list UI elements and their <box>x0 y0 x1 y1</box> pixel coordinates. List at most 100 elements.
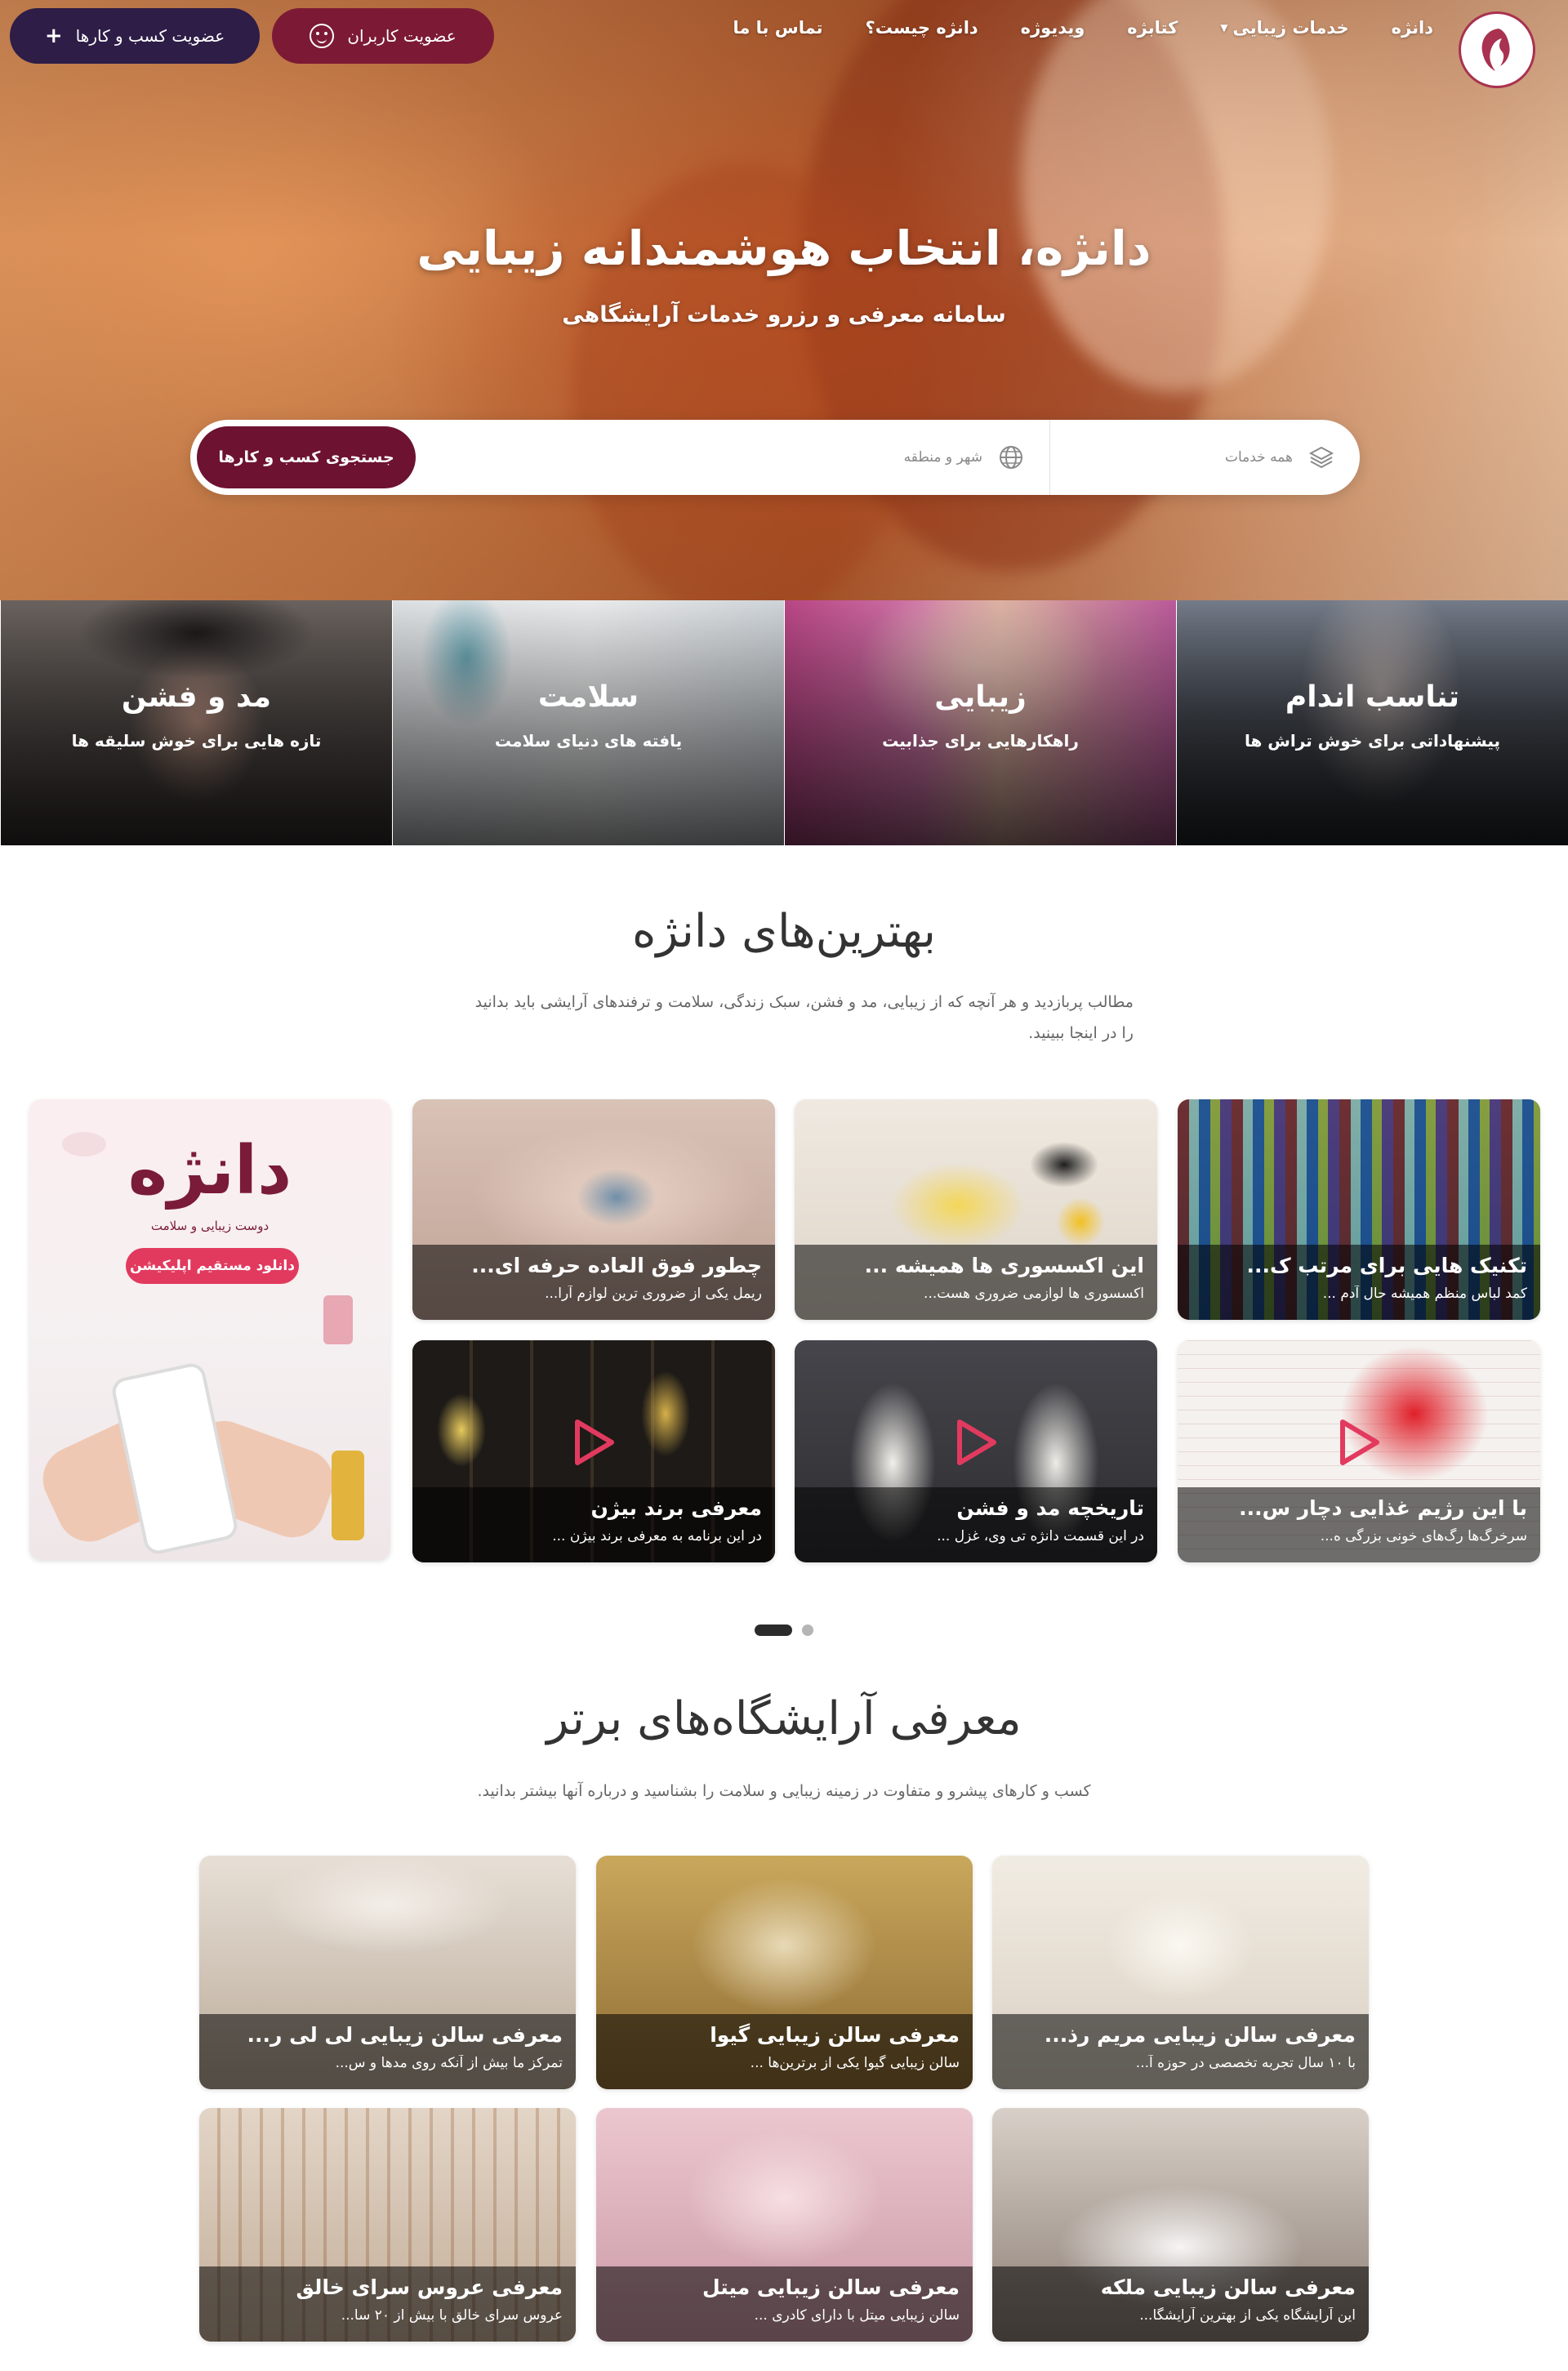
salons-section-title: معرفی آرایشگاه‌های برتر <box>546 1692 1022 1745</box>
phone-mockup <box>109 1361 240 1557</box>
salon-card-malakeh[interactable]: معرفی سالن زیبایی ملکه این آرایشگاه یکی … <box>992 2108 1369 2342</box>
card-subtitle: سرخرگ‌ها رگ‌های خونی بزرگی ه... <box>1320 1528 1527 1544</box>
salon-card-maryam[interactable]: معرفی سالن زیبایی مریم رذ... با ۱۰ سال ت… <box>992 1856 1369 2089</box>
nav-item-videos[interactable]: ویدیوژه <box>1021 18 1085 38</box>
hero-title: دانژه، انتخاب هوشمندانه زیبایی <box>416 221 1152 276</box>
play-icon <box>575 1419 614 1465</box>
category-title: سلامت <box>537 680 639 714</box>
salon-card-lily[interactable]: معرفی سالن زیبایی لی لی ر... تمرکز ما بی… <box>199 1856 576 2089</box>
card-subtitle: تمرکز ما بیش از آنکه روی مدها و س... <box>335 2055 563 2071</box>
card-title: تاریخچه مد و فشن <box>956 1496 1144 1520</box>
services-select[interactable]: همه خدمات <box>1049 420 1360 495</box>
brand-logo[interactable] <box>1459 11 1535 88</box>
card-title: معرفی عروس سرای خالق <box>296 2275 563 2299</box>
card-subtitle: کمد لباس منظم همیشه حال آدم ... <box>1322 1286 1527 1302</box>
salon-card-khalegh[interactable]: معرفی عروس سرای خالق عروس سرای خالق با ب… <box>199 2108 576 2342</box>
nav-item-contact[interactable]: تماس با ما <box>733 18 822 38</box>
user-signup-label: عضویت کاربران <box>347 26 457 46</box>
category-fashion[interactable]: مد و فشن تازه هایی برای خوش سلیقه ها <box>0 600 392 845</box>
category-subtitle: راهکارهایی برای جذابیت <box>882 731 1079 751</box>
nav-item-beauty-services[interactable]: خدمات زیبایی ▼ <box>1220 18 1348 38</box>
best-section-title: بهترین‌های دانژه <box>632 905 936 958</box>
video-card-bijan[interactable]: معرفی برند بیژن در این برنامه به معرفی ب… <box>412 1340 775 1562</box>
category-title: زیبایی <box>934 680 1027 714</box>
app-promo-card[interactable]: دانژه دوست زیبایی و سلامت دانلود مستقیم … <box>29 1099 390 1560</box>
card-subtitle: سالن زیبایی میتل با دارای کادری ... <box>754 2307 960 2324</box>
city-select-label: شهر و منطقه <box>903 449 982 466</box>
category-subtitle: یافته های دنیای سلامت <box>494 731 683 751</box>
woman-silhouette-logo-icon <box>1481 29 1510 71</box>
salon-card-giva[interactable]: معرفی سالن زیبایی گیوا سالن زیبایی گیوا … <box>596 1856 973 2089</box>
globe-icon <box>1000 446 1022 469</box>
category-subtitle: پیشنهاداتی برای خوش تراش ها <box>1244 731 1501 751</box>
smile-icon <box>310 24 335 48</box>
nav-item-books[interactable]: کتابژه <box>1127 18 1178 38</box>
user-signup-button[interactable]: عضویت کاربران <box>272 8 494 64</box>
card-title: معرفی سالن زیبایی لی لی ر... <box>247 2023 563 2047</box>
city-select[interactable]: شهر و منطقه <box>608 420 1049 495</box>
card-subtitle: با ۱۰ سال تجربه تخصصی در حوزه آ... <box>1135 2055 1356 2071</box>
layers-icon <box>1308 446 1334 469</box>
video-card-fashion-history[interactable]: تاریخچه مد و فشن در این قسمت دانژه تی وی… <box>795 1340 1157 1562</box>
nav-item-about[interactable]: دانژه چیست؟ <box>866 18 978 38</box>
category-overlay <box>1 600 392 845</box>
card-title: معرفی سالن زیبایی مریم رذ... <box>1044 2023 1356 2047</box>
category-health[interactable]: سلامت یافته های دنیای سلامت <box>392 600 784 845</box>
download-app-button[interactable]: دانلود مستقیم اپلیکیشن <box>126 1248 299 1284</box>
card-title: معرفی برند بیژن <box>590 1496 762 1520</box>
card-subtitle: در این برنامه به معرفی برند بیژن ... <box>552 1528 762 1544</box>
card-title: با این رژیم غذایی دچار س... <box>1239 1496 1527 1520</box>
play-icon <box>957 1419 996 1465</box>
article-card-mascara[interactable]: چطور فوق العاده حرفه ای... ریمل یکی از ض… <box>412 1099 775 1320</box>
hero-overlay <box>0 0 1568 600</box>
card-subtitle: ریمل یکی از ضروری ترین لوازم آرا... <box>545 1286 762 1302</box>
seashell <box>62 1132 106 1157</box>
card-title: معرفی سالن زیبایی گیوا <box>710 2023 960 2047</box>
carousel-pagination <box>0 1624 1568 1636</box>
chevron-down-icon: ▼ <box>1220 22 1228 33</box>
salon-card-mitel[interactable]: معرفی سالن زیبایی میتل سالن زیبایی میتل … <box>596 2108 973 2342</box>
category-title: مد و فشن <box>121 680 272 714</box>
top-navigation: دانژه خدمات زیبایی ▼ کتابژه ویدیوژه دانژه… <box>0 0 1568 88</box>
category-overlay <box>393 600 784 845</box>
category-title: تناسب اندام <box>1285 680 1460 714</box>
card-title: تکنیک هایی برای مرتب ک... <box>1246 1254 1527 1277</box>
hero-subtitle: سامانه معرفی و رزرو خدمات آرایشگاهی <box>562 302 1006 328</box>
play-icon <box>1340 1419 1379 1465</box>
card-subtitle: سالن زیبایی گیوا یکی از برترین‌ها ... <box>750 2055 960 2071</box>
search-button[interactable]: جستجوی کسب و کارها <box>197 426 416 488</box>
business-signup-button[interactable]: عضویت کسب و کارها + <box>10 8 260 64</box>
best-section-description: مطالب پربازدید و هر آنچه که از زیبایی، م… <box>434 987 1134 1049</box>
carousel-dot-1[interactable] <box>755 1624 792 1636</box>
best-description-line-2: را در اینجا ببینید. <box>1028 1024 1134 1042</box>
best-description-line-1: مطالب پربازدید و هر آنچه که از زیبایی، م… <box>474 993 1134 1011</box>
search-bar: همه خدمات شهر و منطقه جستجوی کسب و کارها <box>190 420 1360 495</box>
card-subtitle: این آرایشگاه یکی از بهترین آرایشگا... <box>1139 2307 1356 2324</box>
salons-section-description: کسب و کارهای پیشرو و متفاوت در زمینه زیب… <box>477 1782 1091 1800</box>
card-subtitle: اکسسوری ها لوازمی ضروری هست... <box>924 1286 1144 1302</box>
card-subtitle: در این قسمت دانژه تی وی، غزل ... <box>937 1528 1144 1544</box>
carousel-dot-2[interactable] <box>802 1624 813 1636</box>
category-overlay <box>785 600 1176 845</box>
business-signup-label: عضویت کسب و کارها <box>75 26 225 46</box>
perfume-bottle <box>323 1295 353 1344</box>
main-menu: دانژه خدمات زیبایی ▼ کتابژه ویدیوژه دانژه… <box>733 18 1433 38</box>
category-subtitle: تازه هایی برای خوش سلیقه ها <box>71 731 322 751</box>
card-title: چطور فوق العاده حرفه ای... <box>471 1254 762 1277</box>
card-title: معرفی سالن زیبایی میتل <box>702 2275 960 2299</box>
plus-icon: + <box>44 24 63 48</box>
article-card-accessories[interactable]: این اکسسوری ها همیشه ... اکسسوری ها لواز… <box>795 1099 1157 1320</box>
nav-item-danjeh[interactable]: دانژه <box>1392 18 1433 38</box>
category-tiles: تناسب اندام پیشنهاداتی برای خوش تراش ها … <box>0 600 1568 845</box>
card-subtitle: عروس سرای خالق با بیش از ۲۰ سا... <box>341 2307 563 2324</box>
category-fitness[interactable]: تناسب اندام پیشنهاداتی برای خوش تراش ها <box>1176 600 1568 845</box>
promo-tagline: دوست زیبایی و سلامت <box>150 1219 270 1233</box>
gold-bottle <box>332 1451 364 1540</box>
article-card-closet[interactable]: تکنیک هایی برای مرتب ک... کمد لباس منظم … <box>1178 1099 1540 1320</box>
video-card-diet[interactable]: با این رژیم غذایی دچار س... سرخرگ‌ها رگ‌… <box>1178 1340 1540 1562</box>
category-overlay <box>1177 600 1568 845</box>
hero-banner: دانژه خدمات زیبایی ▼ کتابژه ویدیوژه دانژه… <box>0 0 1568 600</box>
category-beauty[interactable]: زیبایی راهکارهایی برای جذابیت <box>784 600 1176 845</box>
card-title: این اکسسوری ها همیشه ... <box>864 1254 1144 1277</box>
card-title: معرفی سالن زیبایی ملکه <box>1100 2275 1356 2299</box>
